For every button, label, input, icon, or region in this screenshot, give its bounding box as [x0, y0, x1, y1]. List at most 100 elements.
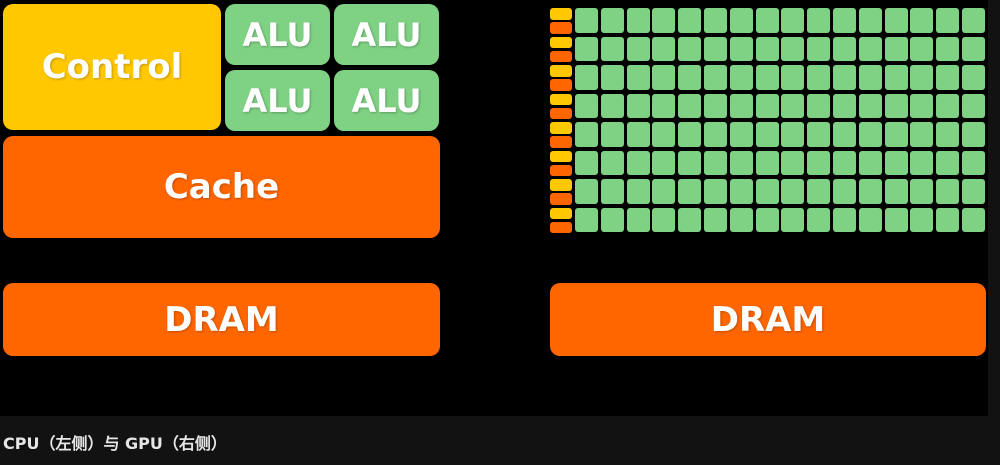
gpu-alu-cell [884, 65, 908, 90]
gpu-alu-cell [858, 36, 882, 61]
gpu-alu-cell [626, 150, 650, 175]
gpu-alu-cell [807, 207, 831, 232]
cpu-dram-block: DRAM [3, 283, 440, 356]
cpu-alu-block: ALU [334, 4, 439, 65]
cpu-gpu-diagram: Control ALU ALU ALU ALU Cache DRAM DRAM [0, 0, 988, 416]
gpu-alu-cell [962, 150, 985, 175]
gpu-alu-cell [781, 36, 805, 61]
gpu-alu-cell [704, 207, 727, 232]
gpu-alu-cell [781, 179, 805, 204]
gpu-alu-cell [962, 8, 985, 33]
gpu-alu-cell [755, 36, 779, 61]
gpu-control-unit [550, 179, 572, 191]
gpu-alu-cell [781, 207, 805, 232]
gpu-alu-cell [833, 36, 856, 61]
gpu-alu-cell [729, 179, 753, 204]
gpu-alu-cell [884, 150, 908, 175]
gpu-alu-cell [884, 122, 908, 147]
gpu-alu-cell [626, 8, 650, 33]
gpu-alu-cell [936, 8, 960, 33]
gpu-alu-cell [652, 122, 676, 147]
gpu-alu-cell [755, 93, 779, 118]
gpu-alu-cell [781, 93, 805, 118]
gpu-alu-cell [962, 93, 985, 118]
gpu-alu-cell [807, 179, 831, 204]
gpu-alu-cell [833, 8, 856, 33]
gpu-alu-cell [910, 150, 934, 175]
gpu-alu-cell [833, 93, 856, 118]
cpu-alu-block: ALU [225, 4, 330, 65]
gpu-control-unit [550, 93, 572, 105]
gpu-alu-cell [833, 207, 856, 232]
gpu-alu-cell [807, 65, 831, 90]
gpu-alu-cell [626, 122, 650, 147]
gpu-alu-cell [600, 36, 624, 61]
gpu-alu-cell [626, 179, 650, 204]
gpu-dram-block: DRAM [550, 283, 986, 356]
gpu-alu-cell [910, 65, 934, 90]
gpu-alu-cell [729, 8, 753, 33]
gpu-alu-cell [781, 150, 805, 175]
gpu-alu-cell [962, 36, 985, 61]
gpu-alu-cell [936, 93, 960, 118]
gpu-alu-cell [729, 207, 753, 232]
gpu-alu-cell [910, 8, 934, 33]
gpu-cache-unit [550, 221, 572, 233]
gpu-alu-cell [884, 93, 908, 118]
gpu-alu-cell [729, 150, 753, 175]
gpu-alu-cell [600, 122, 624, 147]
gpu-alu-cell [910, 207, 934, 232]
gpu-cache-unit [550, 22, 572, 34]
gpu-alu-cell [626, 36, 650, 61]
gpu-alu-cell [600, 150, 624, 175]
gpu-alu-cell [858, 122, 882, 147]
gpu-alu-cell [575, 207, 598, 232]
gpu-alu-cell [600, 179, 624, 204]
gpu-alu-cell [652, 150, 676, 175]
gpu-alu-cell [755, 179, 779, 204]
gpu-alu-cell [678, 122, 702, 147]
gpu-alu-cell [858, 93, 882, 118]
gpu-alu-cell [704, 122, 727, 147]
gpu-alu-cell [936, 36, 960, 61]
gpu-alu-cell [858, 150, 882, 175]
gpu-alu-cell [626, 207, 650, 232]
gpu-alu-cell [729, 93, 753, 118]
gpu-alu-cell [807, 150, 831, 175]
gpu-alu-cell [884, 8, 908, 33]
gpu-alu-cell [652, 207, 676, 232]
gpu-alu-cell [884, 207, 908, 232]
gpu-alu-cell [858, 207, 882, 232]
gpu-alu-cell [936, 207, 960, 232]
gpu-alu-cell [575, 122, 598, 147]
gpu-alu-cell [884, 179, 908, 204]
gpu-alu-cell [678, 65, 702, 90]
gpu-alu-cell [781, 8, 805, 33]
gpu-alu-cell [910, 179, 934, 204]
gpu-alu-cell [807, 93, 831, 118]
gpu-alu-cell [575, 150, 598, 175]
gpu-alu-cell [962, 207, 985, 232]
gpu-alu-cell [936, 179, 960, 204]
gpu-alu-cell [807, 8, 831, 33]
gpu-alu-cell [910, 93, 934, 118]
gpu-control-unit [550, 122, 572, 134]
gpu-alu-cell [755, 8, 779, 33]
gpu-alu-cell [755, 207, 779, 232]
gpu-alu-cell [678, 93, 702, 118]
gpu-alu-cell [626, 93, 650, 118]
gpu-alu-cell [833, 65, 856, 90]
cpu-alu-block: ALU [334, 70, 439, 131]
gpu-alu-cell [704, 93, 727, 118]
gpu-alu-cell [678, 150, 702, 175]
gpu-alu-cell [962, 179, 985, 204]
cpu-control-block: Control [3, 4, 221, 130]
gpu-alu-cell [781, 65, 805, 90]
gpu-alu-cell [575, 93, 598, 118]
gpu-alu-cell [704, 8, 727, 33]
gpu-alu-cell [910, 36, 934, 61]
gpu-alu-cell [704, 179, 727, 204]
gpu-alu-cell [626, 65, 650, 90]
gpu-alu-cell [600, 65, 624, 90]
gpu-alu-cell [600, 93, 624, 118]
